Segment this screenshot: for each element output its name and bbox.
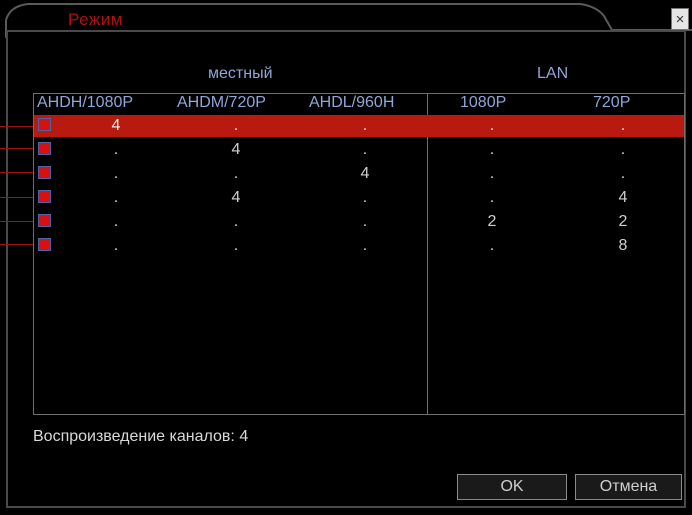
column-header-lan-720p: 720P <box>593 94 631 111</box>
table-row[interactable]: 4 . . . . <box>34 115 684 137</box>
channel-checkbox[interactable] <box>38 118 51 131</box>
table-cell: . <box>362 213 368 230</box>
table-cell: 8 <box>618 237 628 254</box>
channel-checkbox[interactable] <box>38 214 51 227</box>
playback-channels-status: Воспроизведение каналов: 4 <box>33 428 249 445</box>
table-cell: 4 <box>111 117 121 134</box>
table-cell: . <box>620 165 626 182</box>
table-cell: 4 <box>360 165 370 182</box>
table-row[interactable]: . . 4 . . <box>34 163 684 185</box>
column-header-ahdm: AHDM/720P <box>177 94 266 111</box>
table-cell: . <box>233 213 239 230</box>
table-cell: 4 <box>231 189 241 206</box>
column-header-ahdh: AHDH/1080P <box>37 94 134 111</box>
channel-checkbox[interactable] <box>38 166 51 179</box>
table-cell: . <box>113 237 119 254</box>
table-cell: . <box>233 165 239 182</box>
table-row[interactable]: . 4 . . 4 <box>34 187 684 209</box>
channel-checkbox[interactable] <box>38 238 51 251</box>
table-cell: . <box>233 117 239 134</box>
cancel-button[interactable]: Отмена <box>575 474 682 500</box>
table-row[interactable]: . 4 . . . <box>34 139 684 161</box>
group-header-local: местный <box>208 65 273 82</box>
column-header-ahdl: AHDL/960H <box>309 94 395 111</box>
close-button[interactable]: × <box>671 8 689 30</box>
table-cell: . <box>113 189 119 206</box>
table-cell: . <box>489 117 495 134</box>
table-cell: . <box>362 141 368 158</box>
table-cell: 4 <box>231 141 241 158</box>
table-cell: . <box>362 117 368 134</box>
table-cell: . <box>620 117 626 134</box>
table-cell: . <box>489 237 495 254</box>
table-cell: . <box>362 237 368 254</box>
channel-checkbox[interactable] <box>38 142 51 155</box>
channel-checkbox[interactable] <box>38 190 51 203</box>
table-cell: . <box>362 189 368 206</box>
table-cell: 2 <box>487 213 497 230</box>
table-cell: . <box>489 189 495 206</box>
column-header-lan-1080p: 1080P <box>460 94 507 111</box>
table-cell: . <box>113 165 119 182</box>
group-header-lan: LAN <box>537 65 569 82</box>
table-cell: . <box>233 237 239 254</box>
table-cell: . <box>489 165 495 182</box>
mode-dialog: Режим × местный LAN AHDH/1080P AHDM/720P… <box>0 0 692 515</box>
table-cell: . <box>489 141 495 158</box>
table-cell: . <box>113 213 119 230</box>
table-cell: . <box>620 141 626 158</box>
table-row[interactable]: . . . 2 2 <box>34 211 684 233</box>
table-cell: . <box>113 141 119 158</box>
table-row[interactable]: . . . . 8 <box>34 235 684 257</box>
table-cell: 2 <box>618 213 628 230</box>
table-cell: 4 <box>618 189 628 206</box>
ok-button[interactable]: OK <box>457 474 567 500</box>
window-title: Режим <box>68 10 123 29</box>
